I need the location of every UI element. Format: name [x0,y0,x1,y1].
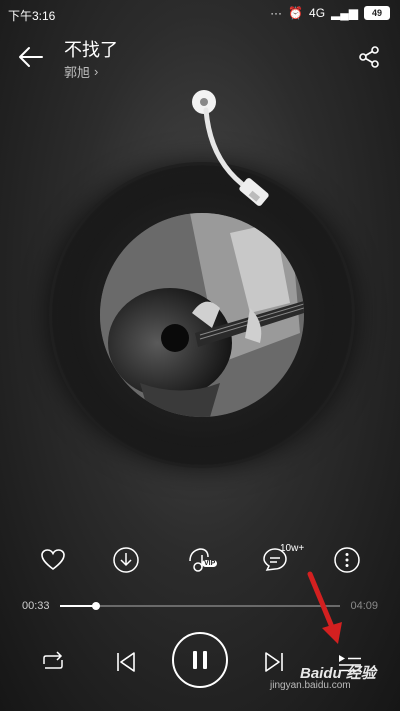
annotation-arrow [307,571,342,644]
skip-previous-icon [117,652,135,672]
download-button[interactable] [109,543,143,577]
back-button[interactable] [14,40,48,74]
share-icon [359,46,379,68]
repeat-icon [43,651,63,669]
share-button[interactable] [352,40,386,74]
chevron-right-icon: › [94,64,99,79]
tonearm [192,90,269,206]
vip-badge: VIP [202,560,218,567]
artist-link[interactable]: 郭旭 › [64,62,98,81]
progress-slider[interactable] [60,602,340,610]
alarm-icon: ⏰ [288,6,304,20]
status-icons: ··· ⏰ 4G ▂▄▆ 49 [270,6,390,20]
heart-icon [41,549,65,571]
elapsed-time: 00:33 [22,600,50,612]
vip-sound-button[interactable]: VIP [186,543,220,577]
progress-thumb[interactable] [92,602,101,610]
status-bar: 下午3:16 ··· ⏰ 4G ▂▄▆ 49 [0,0,400,28]
download-icon [113,547,139,573]
comment-count: 10w+ [280,543,305,554]
next-button[interactable] [255,643,293,681]
pause-button[interactable] [172,632,228,688]
repeat-mode-button[interactable] [34,643,72,681]
artist-name: 郭旭 [64,65,91,80]
watermark-url: jingyan.baidu.com [270,680,351,691]
progress-fill [60,605,97,607]
song-title: 不找了 [64,40,118,60]
previous-button[interactable] [107,643,145,681]
favorite-button[interactable] [36,543,70,577]
guitar-player-image [100,213,304,417]
signal-icon: ▂▄▆ [331,6,358,20]
status-time: 下午3:16 [8,9,56,23]
pause-icon [193,651,207,669]
network-label: 4G [309,6,326,20]
album-cover[interactable] [100,213,304,417]
signal-dots-icon: ··· [270,6,283,20]
back-arrow-icon [19,47,43,67]
skip-next-icon [265,652,283,672]
total-time: 04:09 [350,600,378,612]
battery-icon: 49 [364,6,390,20]
